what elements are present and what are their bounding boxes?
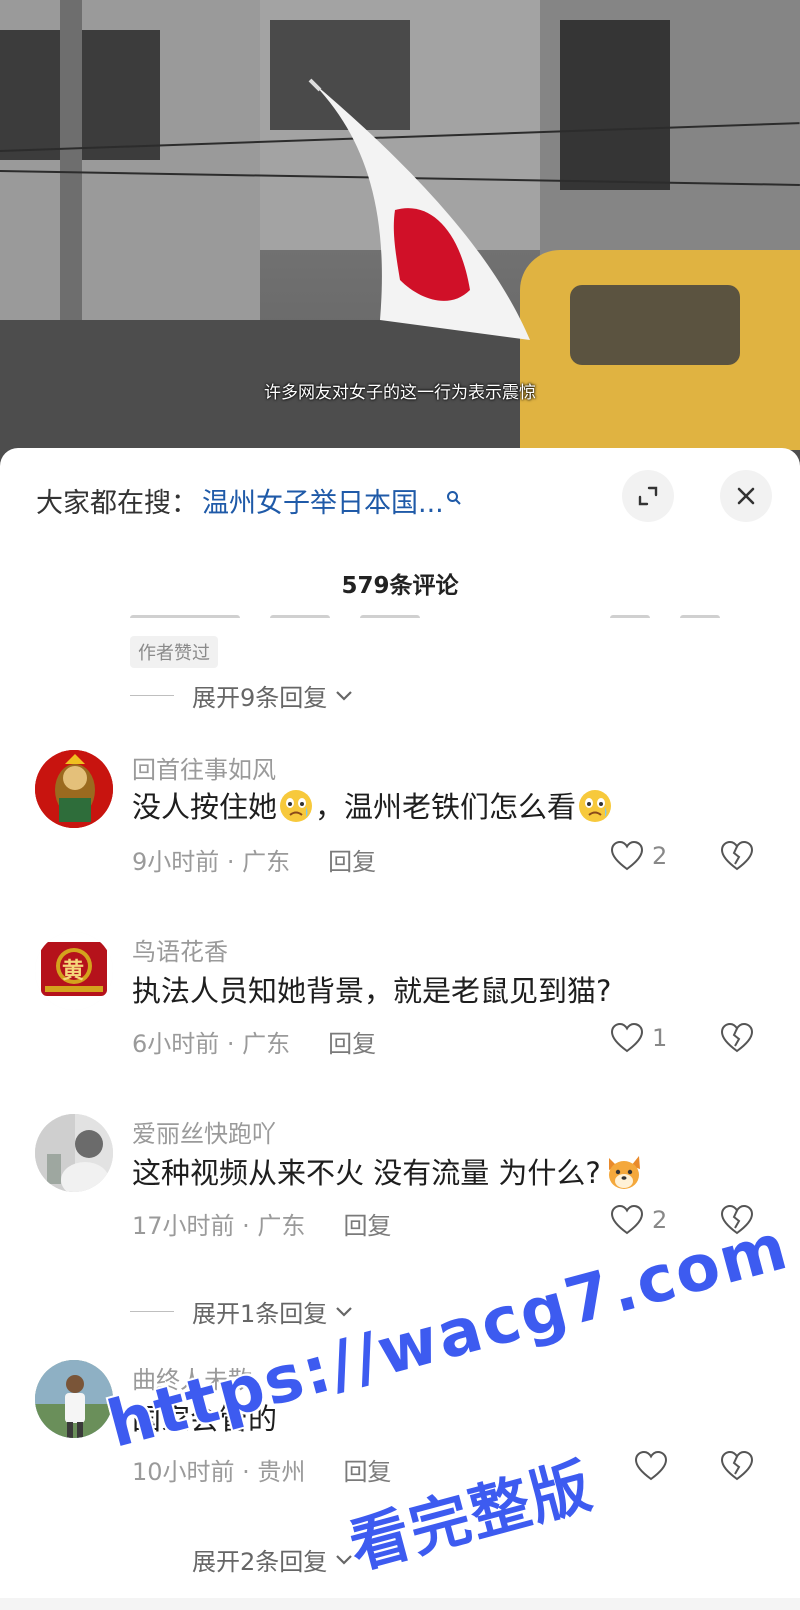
- chevron-down-icon: [336, 1307, 353, 1317]
- video-player[interactable]: 许多网友对女子的这一行为表示震惊: [0, 0, 800, 470]
- reply-button[interactable]: 回复: [343, 1458, 391, 1486]
- close-button[interactable]: [720, 470, 772, 522]
- dislike-button[interactable]: [720, 1204, 754, 1240]
- divider-dash: [130, 1310, 174, 1312]
- video-subtitle: 许多网友对女子的这一行为表示震惊: [264, 383, 536, 403]
- avatar[interactable]: [35, 750, 113, 828]
- like-count: 2: [652, 842, 668, 870]
- comment-time-location: 10小时前 · 贵州: [132, 1458, 306, 1486]
- comment-count-title: 579条评论: [341, 573, 459, 599]
- broken-heart-icon: [720, 1450, 754, 1481]
- comment-username[interactable]: 曲终人未散: [132, 1360, 252, 1395]
- reply-button[interactable]: 回复: [328, 1030, 376, 1058]
- worried-face-emoji-icon: [279, 789, 313, 830]
- comment-text: 这种视频从来不火 没有流量 为什么?: [132, 1150, 647, 1199]
- comment-meta: 17小时前 · 广东 回复: [132, 1206, 391, 1241]
- expand-replies-label: 展开1条回复: [192, 1299, 328, 1328]
- comment-text: 国家会管的: [132, 1402, 278, 1436]
- comment-time-location: 17小时前 · 广东: [132, 1212, 306, 1240]
- expand-replies-label: 展开2条回复: [192, 1547, 328, 1576]
- search-icon[interactable]: [446, 490, 462, 510]
- heart-icon: [634, 1450, 668, 1481]
- building-window: [560, 20, 670, 190]
- bottom-edge: [0, 1598, 800, 1610]
- comment-text: 没人按住她 ，温州老铁们怎么看: [132, 784, 614, 830]
- like-button[interactable]: 2: [610, 840, 667, 872]
- expand-sheet-button[interactable]: [622, 470, 674, 522]
- comment-text-part: 这种视频从来不火 没有流量 为什么?: [132, 1156, 601, 1190]
- comment-username[interactable]: 爱丽丝快跑吖: [132, 1114, 276, 1149]
- expand-replies-button[interactable]: 展开1条回复: [130, 1294, 355, 1328]
- comment-username[interactable]: 鸟语花香: [132, 932, 228, 967]
- dislike-button[interactable]: [720, 1022, 754, 1058]
- comment-meta: 6小时前 · 广东 回复: [132, 1024, 376, 1059]
- expand-replies-button[interactable]: 展开2条回复: [130, 1542, 355, 1576]
- heart-icon: [610, 1022, 644, 1053]
- avatar[interactable]: 黄: [35, 932, 113, 1010]
- broken-heart-icon: [720, 1022, 754, 1053]
- avatar[interactable]: [35, 1114, 113, 1192]
- comment-text-part: 没人按住她: [132, 790, 278, 824]
- reply-button[interactable]: 回复: [328, 848, 376, 876]
- comment-sheet: 大家都在搜： 温州女子举日本国... 579条评论 作者赞过 展开9条回复 回首…: [0, 448, 800, 1610]
- trending-search-prefix: 大家都在搜：: [36, 487, 198, 519]
- comment-text: 执法人员知她背景，就是老鼠见到猫?: [132, 974, 612, 1008]
- comment-time-location: 9小时前 · 广东: [132, 848, 291, 876]
- expand-replies-button[interactable]: 展开9条回复: [130, 678, 355, 712]
- like-button[interactable]: 2: [610, 1204, 667, 1236]
- expand-replies-label: 展开9条回复: [192, 683, 328, 712]
- divider-dash: [130, 1558, 174, 1560]
- broken-heart-icon: [720, 840, 754, 871]
- comment-time-location: 6小时前 · 广东: [132, 1030, 291, 1058]
- dislike-button[interactable]: [720, 1450, 754, 1486]
- like-button[interactable]: 1: [610, 1022, 667, 1054]
- comment-text-part: ，温州老铁们怎么看: [315, 790, 577, 824]
- comment-meta: 10小时前 · 贵州 回复: [132, 1452, 391, 1487]
- trending-search-row: 大家都在搜： 温州女子举日本国...: [36, 480, 462, 520]
- chevron-down-icon: [336, 1555, 353, 1565]
- chevron-down-icon: [336, 691, 353, 701]
- close-icon: [737, 487, 755, 505]
- avatar-character: 黄: [62, 959, 85, 984]
- like-count: 1: [652, 1024, 668, 1052]
- utility-pole: [60, 0, 82, 320]
- reply-button[interactable]: 回复: [343, 1212, 391, 1240]
- dog-emoji-icon: [603, 1152, 645, 1199]
- expand-icon: [638, 486, 658, 506]
- truck-window: [570, 285, 740, 365]
- heart-icon: [610, 840, 644, 871]
- worried-face-emoji-icon: [578, 789, 612, 830]
- dislike-button[interactable]: [720, 840, 754, 876]
- comment-username[interactable]: 回首往事如风: [132, 750, 276, 785]
- comment-meta: 9小时前 · 广东 回复: [132, 842, 376, 877]
- white-red-flag: [308, 78, 530, 340]
- heart-icon: [610, 1204, 644, 1235]
- avatar[interactable]: [35, 1360, 113, 1438]
- broken-heart-icon: [720, 1204, 754, 1235]
- like-button[interactable]: [634, 1450, 676, 1482]
- clipped-comment-meta: [130, 606, 750, 618]
- divider-dash: [130, 694, 174, 696]
- author-liked-tag: 作者赞过: [130, 636, 218, 668]
- like-count: 2: [652, 1206, 668, 1234]
- trending-search-link[interactable]: 温州女子举日本国...: [202, 481, 444, 520]
